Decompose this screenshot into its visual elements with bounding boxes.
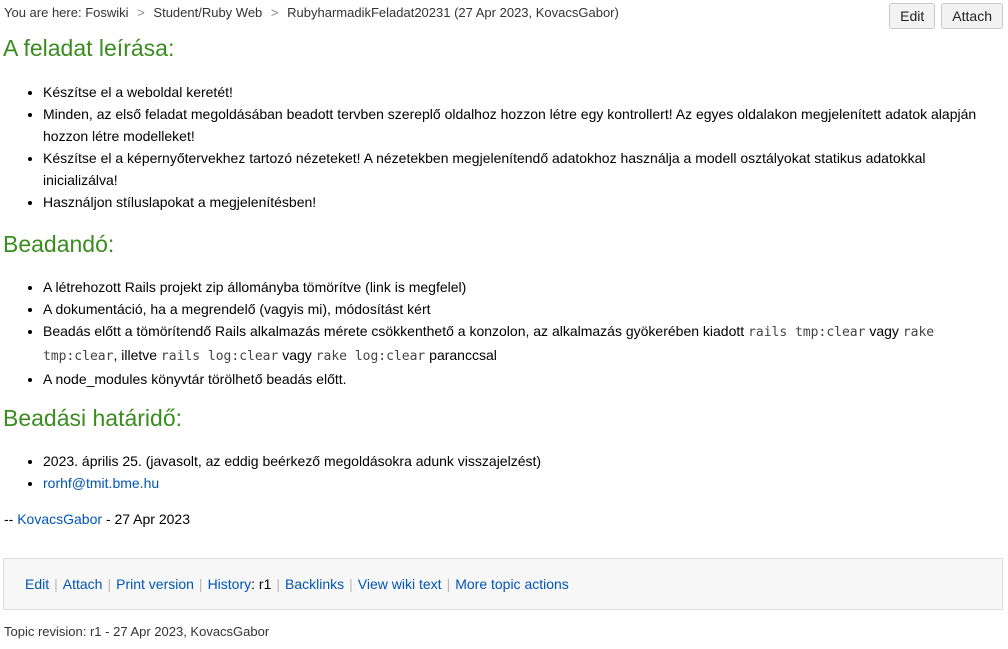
topic-action-links: Edit | Attach | Print version | History: r1 | Ba… (25, 575, 569, 593)
submission-list: A létrehozott Rails projekt zip állomány… (3, 276, 998, 390)
list-item: A dokumentáció, ha a megrendelő (vagyis … (43, 298, 998, 320)
footer-separator: | (276, 576, 280, 592)
command-code: rails tmp:clear (748, 325, 866, 340)
heading-deadline: Beadási határidő: (3, 405, 183, 431)
edit-button[interactable]: Edit (889, 3, 936, 29)
list-item: Beadás előtt a tömörítendő Rails alkalma… (43, 320, 998, 368)
email-link[interactable]: rorhf@tmit.bme.hu (43, 475, 159, 491)
footer-separator: | (349, 576, 353, 592)
history-link[interactable]: History (208, 576, 252, 592)
view-wiki-text-link[interactable]: View wiki text (358, 576, 442, 592)
history-revision: : r1 (251, 576, 272, 592)
list-item: Használjon stíluslapokat a megjelenítésb… (43, 191, 998, 213)
list-item: A node_modules könyvtár törölhető beadás… (43, 368, 998, 390)
footer-attach-link[interactable]: Attach (63, 576, 103, 592)
topic-revision-info: Topic revision: r1 - 27 Apr 2023, Kovacs… (4, 624, 270, 639)
breadcrumb-current: RubyharmadikFeladat20231 (27 Apr 2023, K… (287, 5, 619, 20)
breadcrumb-link-web[interactable]: Student/Ruby Web (153, 5, 262, 20)
signature: -- KovacsGabor - 27 Apr 2023 (4, 509, 190, 529)
signature-prefix: -- (4, 511, 14, 527)
topic-action-bar: Edit | Attach | Print version | History: r1 | Ba… (3, 558, 1003, 610)
footer-separator: | (446, 576, 451, 592)
breadcrumb-link-foswiki[interactable]: Foswiki (85, 5, 128, 20)
item-text: Beadás előtt a tömörítendő Rails alkalma… (43, 323, 749, 339)
list-item: Készítse el a weboldal keretét! (43, 81, 998, 103)
footer-separator: | (54, 576, 58, 592)
list-item: 2023. április 25. (javasolt, az eddig be… (43, 450, 998, 472)
author-link[interactable]: KovacsGabor (17, 511, 102, 527)
print-version-link[interactable]: Print version (116, 576, 194, 592)
list-item: Minden, az első feladat megoldásában bea… (43, 103, 998, 147)
breadcrumb-prefix: You are here: (4, 5, 82, 20)
item-text: , illetve (113, 347, 161, 363)
breadcrumb-separator: > (270, 5, 279, 20)
item-text: vagy (278, 347, 316, 363)
breadcrumb-separator: > (137, 5, 145, 20)
item-text: paranccsal (425, 347, 497, 363)
footer-edit-link[interactable]: Edit (25, 576, 49, 592)
more-topic-actions-link[interactable]: More topic actions (455, 576, 569, 592)
task-list: Készítse el a weboldal keretét! Minden, … (3, 81, 998, 213)
heading-task-description: A feladat leírása: (3, 35, 175, 61)
command-code: rails log:clear (160, 349, 279, 364)
heading-submission: Beadandó: (3, 231, 115, 257)
backlinks-link[interactable]: Backlinks (285, 576, 344, 592)
topic-actions: Edit Attach (889, 3, 1003, 29)
command-code: rake log:clear (315, 349, 426, 364)
list-item: A létrehozott Rails projekt zip állomány… (43, 276, 998, 298)
breadcrumb: You are here: Foswiki > Student/Ruby Web… (4, 5, 619, 20)
signature-date: - 27 Apr 2023 (105, 511, 190, 527)
footer-separator: | (198, 576, 203, 592)
attach-button[interactable]: Attach (941, 3, 1003, 29)
footer-separator: | (107, 576, 112, 592)
deadline-list: 2023. április 25. (javasolt, az eddig be… (3, 450, 998, 494)
item-text: vagy (865, 323, 903, 339)
list-item: rorhf@tmit.bme.hu (43, 472, 998, 494)
list-item: Készítse el a képernyőtervekhez tartozó … (43, 147, 998, 191)
